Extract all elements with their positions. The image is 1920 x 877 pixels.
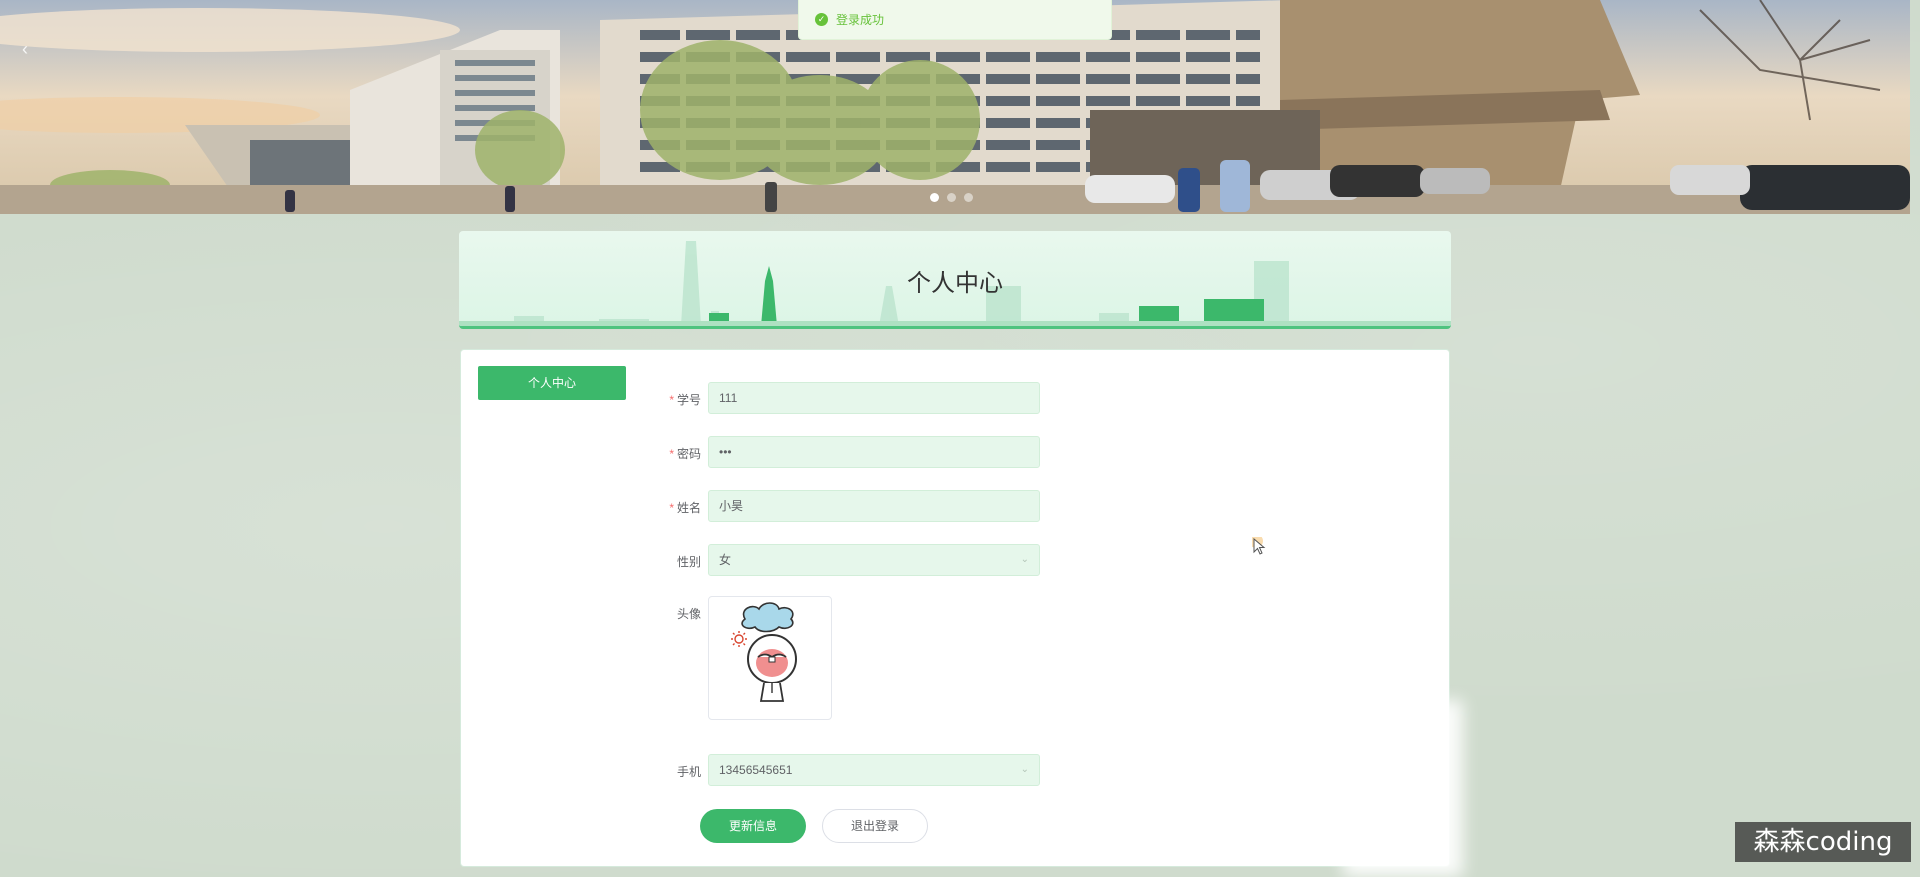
- phone-value: 13456545651: [719, 763, 793, 777]
- toast-message: 登录成功: [836, 13, 885, 27]
- logout-button[interactable]: 退出登录: [822, 809, 928, 843]
- check-circle-icon: ✓: [815, 13, 828, 26]
- gender-value: 女: [719, 553, 732, 567]
- watermark-label: 森森coding: [1735, 822, 1911, 862]
- chevron-down-icon: ⌄: [1020, 554, 1029, 565]
- update-info-button[interactable]: 更新信息: [700, 809, 806, 843]
- phone-label: 手机: [676, 765, 701, 779]
- chevron-down-icon: ⌄: [1020, 764, 1029, 775]
- page-title: 个人中心: [907, 269, 1003, 297]
- name-label: * 姓名: [669, 501, 701, 515]
- mouse-cursor-icon: [1252, 537, 1266, 555]
- password-label: * 密码: [669, 447, 701, 461]
- password-input[interactable]: •••: [708, 436, 1040, 468]
- gender-select[interactable]: 女 ⌄: [708, 544, 1040, 576]
- carousel-dot[interactable]: [947, 193, 956, 202]
- student-id-label: * 学号: [669, 393, 701, 407]
- avatar-upload[interactable]: [708, 596, 832, 720]
- success-toast: ✓ 登录成功: [798, 0, 1112, 40]
- page-header-card: 个人中心: [459, 231, 1451, 329]
- phone-input[interactable]: 13456545651 ⌄: [708, 754, 1040, 786]
- student-id-input[interactable]: 111: [708, 382, 1040, 414]
- screen-glare: [1343, 700, 1463, 877]
- carousel-dot[interactable]: [964, 193, 973, 202]
- gender-label: 性别: [676, 555, 701, 569]
- carousel-dot[interactable]: [930, 193, 939, 202]
- avatar-label: 头像: [676, 607, 701, 621]
- chevron-left-icon: ‹: [22, 38, 28, 59]
- carousel-indicators: [930, 193, 973, 202]
- name-input[interactable]: 小昊: [708, 490, 1040, 522]
- avatar-image: [731, 602, 797, 702]
- profile-card: 个人中心 *学号 111 *密码 ••• *姓名 小昊 性别 女 ⌄ 头像: [460, 349, 1450, 867]
- carousel-prev-button[interactable]: ‹: [10, 34, 40, 64]
